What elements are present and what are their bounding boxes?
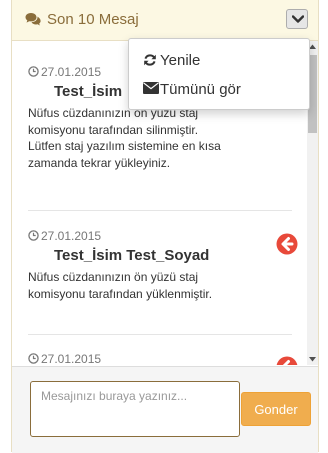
chevron-down-icon — [292, 15, 304, 23]
comments-icon — [25, 13, 41, 26]
panel-title: Son 10 Mesaj — [47, 11, 139, 28]
message-date-text: 27.01.2015 — [41, 229, 102, 243]
message-divider — [28, 210, 292, 211]
menu-item-label: Yenile — [160, 52, 201, 69]
message-item: 27.01.2015 Test_İsim Test_Soyad Nüfus cü… — [28, 229, 298, 329]
envelope-icon — [143, 82, 159, 94]
message-item: 27.01.2015 — [28, 352, 298, 365]
message-sender: Test_İsim — [54, 83, 123, 100]
dropdown-toggle-button[interactable] — [286, 9, 308, 29]
clock-icon — [28, 353, 39, 364]
menu-item-label: Tümünü gör — [160, 81, 241, 98]
panel-header: Son 10 Mesaj — [12, 0, 318, 41]
send-button[interactable]: Gonder — [241, 392, 311, 426]
scroll-down-arrow-icon[interactable] — [309, 357, 316, 362]
message-date: 27.01.2015 — [28, 229, 101, 243]
message-date-text: 27.01.2015 — [41, 352, 102, 365]
message-text: Nüfus cüzdanınızın ön yüzü staj komisyon… — [28, 106, 221, 170]
message-text: Nüfus cüzdanınızın ön yüzü staj komisyon… — [28, 270, 213, 301]
refresh-icon — [144, 54, 156, 66]
message-date: 27.01.2015 — [28, 352, 101, 365]
dropdown-menu: Yenile Tümünü gör — [128, 38, 310, 110]
clock-icon — [28, 230, 39, 241]
arrow-circle-left-icon[interactable] — [276, 233, 298, 255]
menu-item-view-all[interactable]: Tümünü gör — [129, 75, 309, 103]
message-composer: Gonder — [12, 366, 318, 453]
message-date: 27.01.2015 — [28, 65, 101, 79]
clock-icon — [28, 66, 39, 77]
menu-item-refresh[interactable]: Yenile — [129, 46, 309, 74]
message-date-text: 27.01.2015 — [41, 65, 102, 79]
message-sender: Test_İsim Test_Soyad — [54, 247, 210, 264]
arrow-circle-left-icon[interactable] — [276, 356, 298, 365]
message-input[interactable] — [30, 381, 240, 437]
message-divider — [28, 334, 292, 335]
scroll-up-arrow-icon[interactable] — [309, 44, 316, 49]
